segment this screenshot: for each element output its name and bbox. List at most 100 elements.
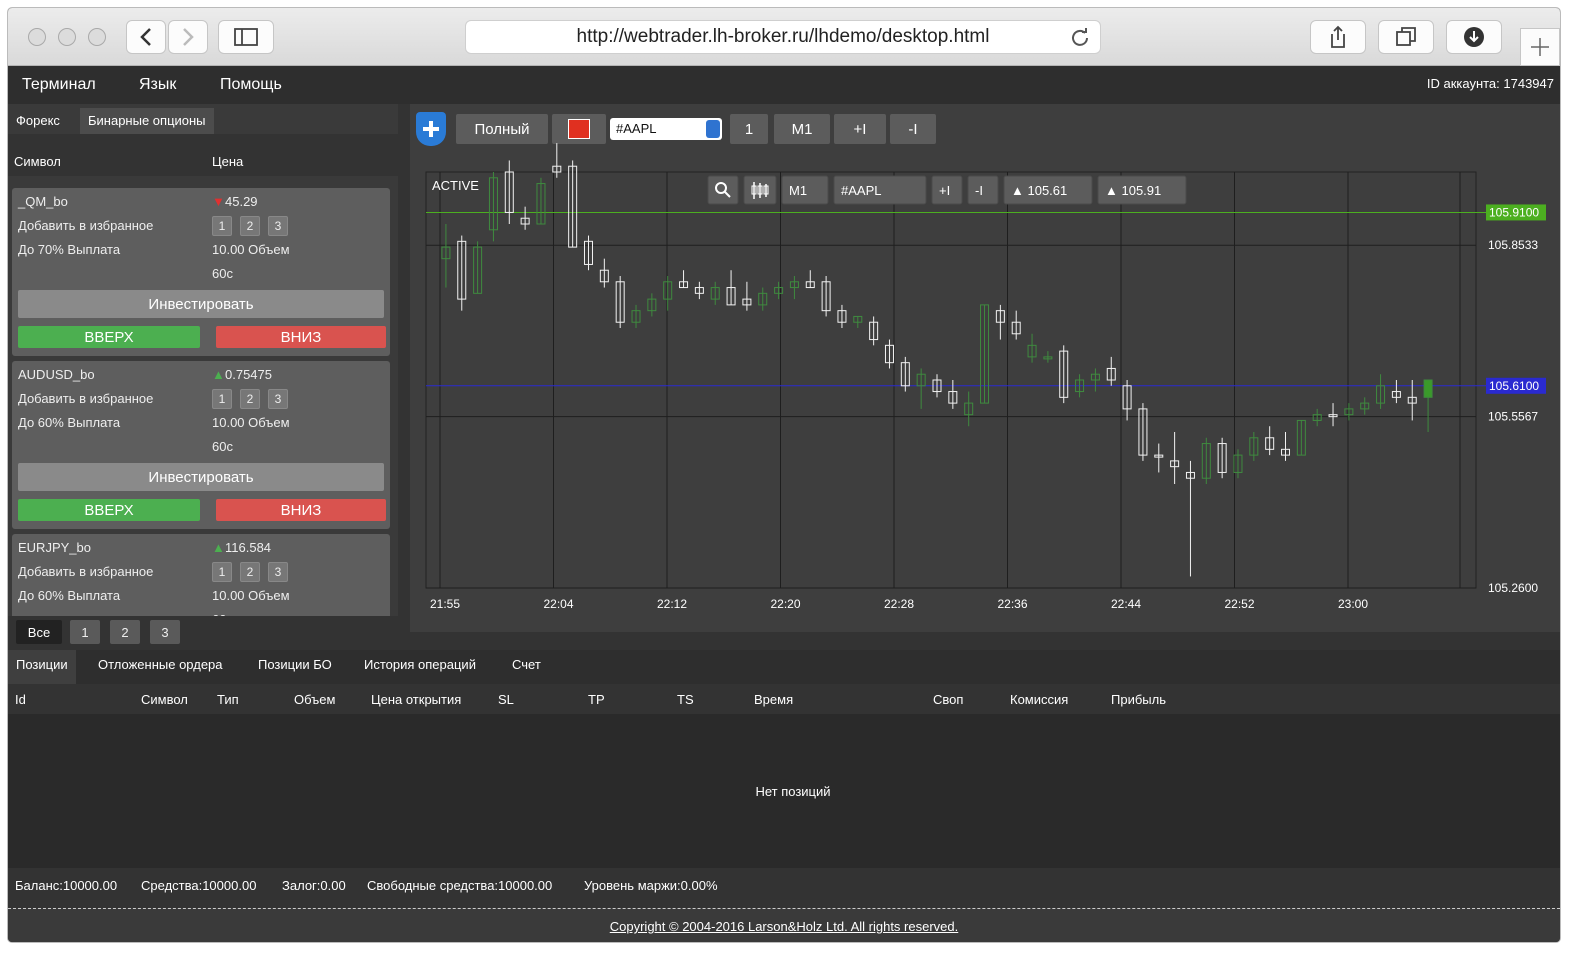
zoom-window-button[interactable]	[88, 28, 106, 46]
browser-toolbar: http://webtrader.lh-broker.ru/lhdemo/des…	[8, 8, 1560, 66]
menu-help[interactable]: Помощь	[220, 76, 282, 94]
downloads-button[interactable]	[1446, 20, 1502, 54]
down-button[interactable]: ВНИЗ	[216, 326, 386, 348]
favorite-3-button[interactable]: 3	[268, 562, 288, 582]
tab-binary-options[interactable]: Бинарные опционы	[80, 108, 214, 134]
free-margin: Свободные средства:10000.00	[367, 878, 553, 893]
favorite-1-button[interactable]: 1	[212, 216, 232, 236]
instrument-card: _QM_bo ▼ 45.29 Добавить в избранное 1 2 3 До 70…	[12, 188, 390, 356]
menu-terminal[interactable]: Терминал	[22, 76, 96, 94]
favorite-3-button[interactable]: 3	[268, 216, 288, 236]
address-bar[interactable]: http://webtrader.lh-broker.ru/lhdemo/des…	[465, 20, 1101, 54]
col-tp: TP	[588, 692, 605, 707]
x-tick-label: 22:52	[1225, 597, 1255, 611]
positions-header: Id Символ Тип Объем Цена открытия SL TP …	[8, 684, 1560, 714]
share-button[interactable]	[1310, 20, 1366, 54]
favorite-2-button[interactable]: 2	[240, 562, 260, 582]
favorite-1-button[interactable]: 1	[212, 389, 232, 409]
filter-1-button[interactable]: 1	[70, 620, 100, 644]
filter-3-button[interactable]: 3	[150, 620, 180, 644]
price-arrow-icon: ▲	[212, 540, 225, 555]
instrument-price: 116.584	[225, 540, 272, 555]
instrument-price: 45.29	[225, 194, 258, 209]
favorite-3-button[interactable]: 3	[268, 389, 288, 409]
close-window-button[interactable]	[28, 28, 46, 46]
sidebar-toggle-button[interactable]	[218, 20, 274, 54]
sidebar-icon	[234, 28, 258, 46]
volume-label: 10.00 Объем	[212, 242, 290, 257]
tab-positions[interactable]: Позиции	[8, 650, 76, 684]
margin-level: Уровень маржи:0.00%	[584, 878, 718, 893]
new-tab-button[interactable]	[1520, 28, 1560, 66]
chart-panel: Полный #AAPL 1 M1 +I -I 21:55 22:04 22:12 2…	[410, 104, 1560, 632]
x-tick-label: 21:55	[430, 597, 460, 611]
price-level-label: 105.6100	[1489, 379, 1539, 393]
copyright-link[interactable]: Copyright © 2004-2016 Larson&Holz Ltd. A…	[8, 908, 1560, 942]
invest-button[interactable]: Инвестировать	[18, 290, 384, 318]
plus-icon	[1531, 38, 1549, 56]
favorite-2-button[interactable]: 2	[240, 216, 260, 236]
col-type: Тип	[217, 692, 239, 707]
bid-price-button-label: ▲ 105.61	[1011, 183, 1067, 198]
reload-icon[interactable]	[1070, 28, 1090, 48]
back-button[interactable]	[126, 20, 166, 54]
share-icon	[1331, 25, 1345, 48]
instrument-symbol: _QM_bo	[18, 194, 68, 209]
tab-pending-orders[interactable]: Отложенные ордера	[90, 650, 231, 684]
col-volume: Объем	[294, 692, 336, 707]
x-tick-label: 23:00	[1338, 597, 1368, 611]
instrument-card: AUDUSD_bo ▲ 0.75475 Добавить в избранное 1 2 3…	[12, 361, 390, 529]
instrument-symbol: AUDUSD_bo	[18, 367, 95, 382]
favorite-2-button[interactable]: 2	[240, 389, 260, 409]
candlestick-chart[interactable]: 21:55 22:04 22:12 22:20 22:28 22:36 22:44 22:52…	[410, 104, 1560, 632]
forward-button[interactable]	[168, 20, 208, 54]
col-sl: SL	[498, 692, 514, 707]
chart-title: ACTIVE	[432, 178, 479, 193]
x-tick-label: 22:20	[771, 597, 801, 611]
x-tick-label: 22:28	[884, 597, 914, 611]
expiry-label: 60с	[212, 439, 233, 454]
positions-table-body: Нет позиций	[8, 714, 1560, 868]
filter-2-button[interactable]: 2	[110, 620, 140, 644]
instruments-panel: Форекс Бинарные опционы Символ Цена _QM_…	[8, 104, 398, 648]
zoom-icon-button[interactable]	[707, 175, 739, 205]
candle-body	[1423, 379, 1433, 398]
tab-forex[interactable]: Форекс	[8, 108, 68, 134]
x-tick-label: 22:12	[657, 597, 687, 611]
down-button[interactable]: ВНИЗ	[216, 499, 386, 521]
col-symbol: Символ	[14, 154, 61, 169]
favorite-1-button[interactable]: 1	[212, 562, 232, 582]
instrument-list[interactable]: _QM_bo ▼ 45.29 Добавить в избранное 1 2 3 До 70…	[8, 188, 398, 616]
col-id: Id	[15, 692, 26, 707]
minimize-window-button[interactable]	[58, 28, 76, 46]
expiry-label: 60с	[212, 266, 233, 281]
filter-all-button[interactable]: Все	[16, 620, 62, 644]
payout-label: До 70% Выплата	[18, 242, 121, 257]
tabs-overview-button[interactable]	[1378, 20, 1434, 54]
equity: Средства:10000.00	[141, 878, 257, 893]
inner-zoom-in-button-label: +I	[939, 183, 950, 198]
col-commission: Комиссия	[1010, 692, 1069, 707]
col-profit: Прибыль	[1111, 692, 1166, 707]
col-ts: TS	[677, 692, 694, 707]
balance: Баланс:10000.00	[15, 878, 118, 893]
inner-zoom-out-button-label: -I	[975, 183, 983, 198]
tab-account[interactable]: Счет	[504, 650, 549, 684]
add-favorite-label: Добавить в избранное	[18, 391, 154, 406]
menu-language[interactable]: Язык	[139, 76, 176, 94]
tabs-icon	[1396, 27, 1416, 46]
bottom-tabs: Позиции Отложенные ордера Позиции БО Ист…	[8, 650, 1560, 684]
account-status-bar: Баланс:10000.00 Средства:10000.00 Залог:…	[8, 868, 1560, 908]
tab-history[interactable]: История операций	[356, 650, 484, 684]
x-tick-label: 22:04	[544, 597, 574, 611]
invest-button[interactable]: Инвестировать	[18, 463, 384, 491]
chevron-left-icon	[140, 28, 151, 46]
col-symbol: Символ	[141, 692, 188, 707]
up-button[interactable]: ВВЕРХ	[18, 499, 200, 521]
up-button[interactable]: ВВЕРХ	[18, 326, 200, 348]
inner-zoom-out-button[interactable]	[967, 175, 999, 205]
col-price: Цена	[212, 154, 244, 169]
margin: Залог:0.00	[282, 878, 346, 893]
browser-window: http://webtrader.lh-broker.ru/lhdemo/des…	[8, 8, 1560, 942]
tab-bo-positions[interactable]: Позиции БО	[250, 650, 340, 684]
